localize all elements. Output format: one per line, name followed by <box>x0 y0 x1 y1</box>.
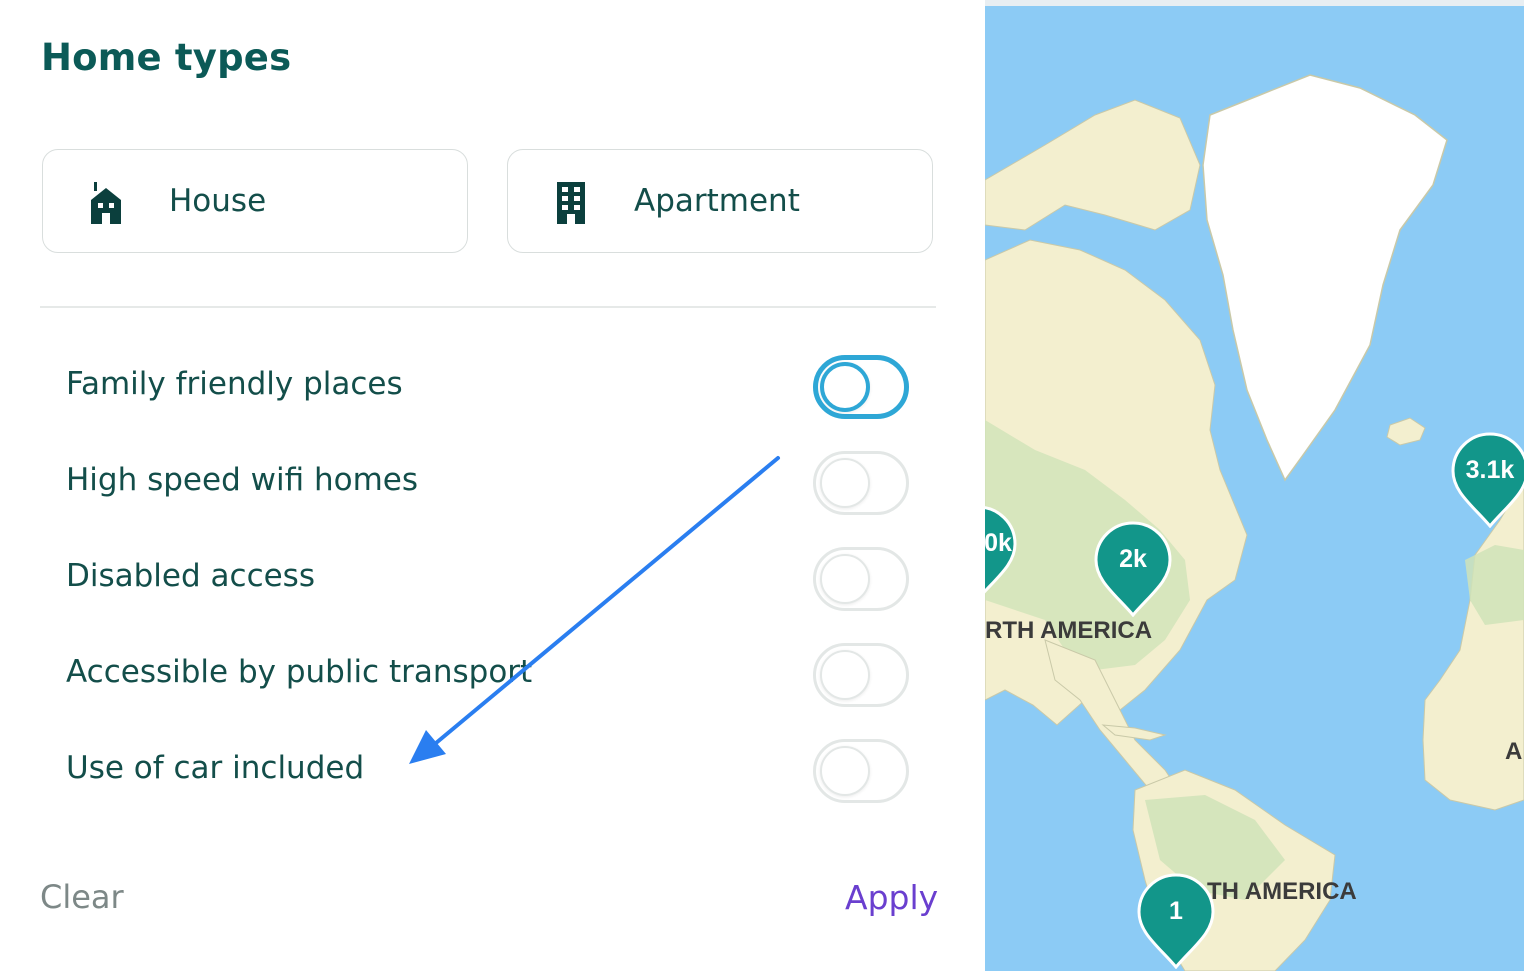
home-type-house[interactable]: House <box>42 149 468 253</box>
filter-label: Disabled access <box>66 558 315 594</box>
map-label-africa: A <box>1505 738 1523 765</box>
filter-row-public-transport: Accessible by public transport <box>0 640 985 710</box>
map-label-north-america: RTH AMERICA <box>985 617 1153 644</box>
filter-label: Use of car included <box>66 750 365 786</box>
map-label-south-america: TH AMERICA <box>1207 878 1357 905</box>
filter-panel: Home types House Apartment Family friend… <box>0 0 985 971</box>
section-title: Home types <box>41 36 292 79</box>
map-pin[interactable]: 1 <box>1137 873 1215 969</box>
map-pin[interactable]: 0k <box>985 505 1017 601</box>
high-speed-wifi-toggle[interactable] <box>813 451 909 515</box>
toggle-knob <box>820 746 870 796</box>
car-included-toggle[interactable] <box>813 739 909 803</box>
family-friendly-toggle[interactable] <box>813 355 909 419</box>
disabled-access-toggle[interactable] <box>813 547 909 611</box>
map-canvas[interactable] <box>985 0 1524 971</box>
toggle-knob <box>820 458 870 508</box>
clear-button[interactable]: Clear <box>40 878 124 916</box>
home-type-label: Apartment <box>634 183 800 219</box>
divider <box>40 306 936 308</box>
apartment-icon <box>554 182 588 224</box>
pin-count: 1 <box>1169 897 1183 925</box>
filter-label: High speed wifi homes <box>66 462 418 498</box>
pin-count: 0k <box>985 529 1012 557</box>
apply-button[interactable]: Apply <box>845 878 938 917</box>
filter-row-car-included: Use of car included <box>0 736 985 806</box>
filter-label: Family friendly places <box>66 366 403 402</box>
pin-count: 2k <box>1119 545 1147 573</box>
filter-row-family-friendly: Family friendly places <box>0 352 985 422</box>
map-view[interactable]: RTH AMERICA TH AMERICA A 2k 3.1k 1 0k <box>985 0 1524 971</box>
toggle-knob <box>820 362 870 412</box>
filter-row-disabled-access: Disabled access <box>0 544 985 614</box>
public-transport-toggle[interactable] <box>813 643 909 707</box>
map-pin[interactable]: 3.1k <box>1451 432 1524 528</box>
house-icon <box>89 182 123 224</box>
toggle-knob <box>820 650 870 700</box>
filter-label: Accessible by public transport <box>66 654 533 690</box>
home-type-label: House <box>169 183 267 219</box>
pin-count: 3.1k <box>1465 456 1515 484</box>
filter-row-high-speed-wifi: High speed wifi homes <box>0 448 985 518</box>
map-pin[interactable]: 2k <box>1094 521 1172 617</box>
toggle-knob <box>820 554 870 604</box>
home-type-apartment[interactable]: Apartment <box>507 149 933 253</box>
